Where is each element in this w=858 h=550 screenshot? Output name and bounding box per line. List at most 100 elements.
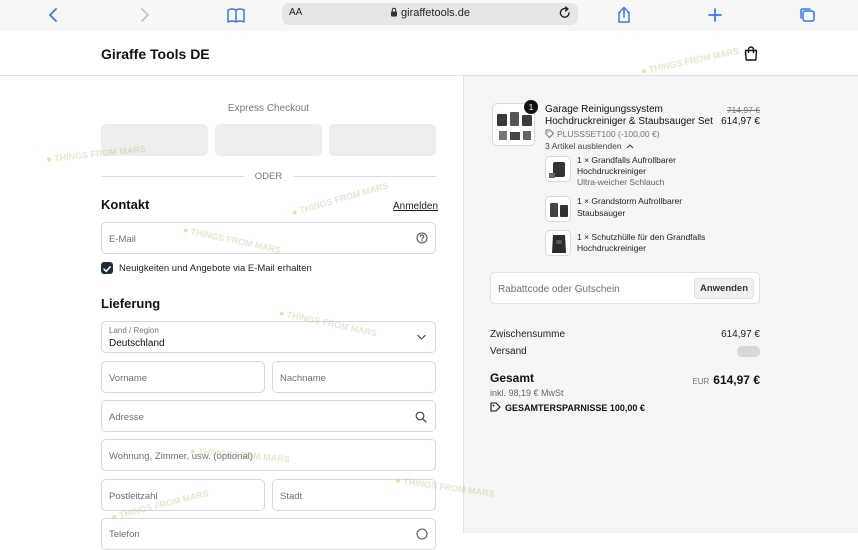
contact-heading: Kontakt	[101, 197, 150, 212]
cart-button[interactable]	[743, 45, 759, 67]
city-placeholder: Stadt	[280, 491, 303, 502]
share-icon	[618, 6, 630, 23]
bundle-item-thumbnail	[545, 230, 571, 256]
savings-value: 100,00 €	[609, 403, 645, 413]
search-icon	[415, 411, 427, 423]
help-circle-icon[interactable]	[416, 232, 428, 244]
bundle-item-thumbnail	[545, 196, 571, 222]
tabs-icon	[800, 8, 815, 22]
bookmarks-button[interactable]	[225, 5, 247, 25]
shipping-value-placeholder	[737, 346, 760, 357]
reload-icon[interactable]	[558, 6, 572, 20]
delivery-heading: Lieferung	[101, 296, 161, 311]
bundle-item-line2: Hochdruckreiniger	[577, 243, 646, 253]
checkmark-icon	[103, 266, 111, 273]
last-name-placeholder: Nachname	[280, 373, 326, 384]
savings-label: GESAMTERSPARNISSE	[505, 403, 608, 413]
share-button[interactable]	[614, 5, 634, 25]
tabs-overview-button[interactable]	[797, 5, 817, 25]
tag-icon	[490, 402, 501, 412]
browser-toolbar: AA giraffetools.de	[0, 0, 858, 31]
toggle-bundle-items[interactable]: 3 Artikel ausblenden	[545, 141, 634, 151]
total-savings: GESAMTERSPARNISSE 100,00 €	[490, 402, 645, 413]
login-link[interactable]: Anmelden	[393, 201, 438, 212]
shop-header: Giraffe Tools DE	[0, 31, 858, 76]
watermark: ● THINGS FROM MARS	[290, 180, 390, 218]
discount-code-tag: PLUSSSET100 (-100,00 €)	[545, 129, 660, 139]
bundle-item-line1: 1 × Grandfalls Aufrollbarer	[577, 155, 676, 165]
newsletter-checkbox[interactable]	[101, 262, 113, 274]
express-pay-button-3[interactable]	[329, 124, 436, 156]
last-name-field[interactable]: Nachname	[272, 361, 436, 393]
total-value: 614,97 €	[713, 373, 760, 387]
tax-note: inkl. 98,19 € MwSt	[490, 388, 564, 398]
lock-icon	[391, 7, 398, 17]
bundle-item-line1: 1 × Grandstorm Aufrollbarer	[577, 196, 683, 206]
shopping-bag-icon	[744, 46, 758, 61]
total-label: Gesamt	[490, 371, 535, 385]
vacuum-cleaner-icon	[550, 203, 568, 217]
bundle-item-line1: 1 × Schutzhülle für den Grandfalls	[577, 232, 706, 242]
coupon-field[interactable]: Rabattcode oder Gutschein Anwenden	[490, 272, 760, 304]
back-button[interactable]	[43, 5, 63, 25]
country-select[interactable]: Land / Region Deutschland	[101, 321, 436, 353]
product-name-line2: Hochdruckreiniger & Staubsauger Set	[545, 116, 713, 127]
or-divider-label: ODER	[254, 171, 283, 182]
order-summary-panel: 1 Garage Reinigungssystem Hochdruckreini…	[463, 76, 858, 533]
country-value: Deutschland	[109, 338, 165, 349]
shop-name[interactable]: Giraffe Tools DE	[101, 46, 210, 62]
email-field[interactable]: E-Mail	[101, 222, 436, 254]
url-text: giraffetools.de	[401, 7, 470, 19]
pressure-washer-icon	[549, 162, 565, 178]
subtotal-value: 614,97 €	[721, 329, 760, 340]
chevron-up-icon	[626, 144, 634, 149]
address-placeholder: Adresse	[109, 412, 144, 423]
new-tab-button[interactable]	[705, 5, 725, 25]
apartment-placeholder: Wohnung, Zimmer, usw. (optional)	[109, 451, 253, 462]
currency-code: EUR	[692, 377, 710, 386]
tag-icon	[545, 129, 555, 139]
bundle-item-line2: Hochdruckreiniger	[577, 166, 646, 176]
original-price: 714,97 €	[726, 105, 760, 115]
plus-icon	[708, 8, 722, 22]
total-amount: EUR 614,97 €	[692, 371, 760, 389]
first-name-field[interactable]: Vorname	[101, 361, 265, 393]
quantity-badge: 1	[524, 100, 538, 114]
email-placeholder: E-Mail	[109, 234, 136, 245]
product-name-line1: Garage Reinigungssystem	[545, 104, 663, 115]
chevron-right-icon	[141, 8, 149, 22]
phone-placeholder: Telefon	[109, 529, 140, 540]
url-display: giraffetools.de	[282, 7, 578, 19]
express-pay-button-2[interactable]	[215, 124, 322, 156]
country-label: Land / Region	[109, 326, 159, 335]
address-bar[interactable]: AA giraffetools.de	[282, 3, 578, 25]
zip-field[interactable]: Postleitzahl	[101, 479, 265, 511]
protective-cover-icon	[552, 235, 566, 253]
product-price: 614,97 €	[721, 116, 760, 127]
newsletter-label: Neuigkeiten und Angebote via E-Mail erha…	[119, 263, 312, 274]
city-field[interactable]: Stadt	[272, 479, 436, 511]
bundle-item-line2: Staubsauger	[577, 208, 626, 218]
help-circle-icon[interactable]	[416, 528, 428, 540]
phone-field[interactable]: Telefon	[101, 518, 436, 550]
divider-right	[293, 176, 436, 177]
chevron-left-icon	[49, 8, 57, 22]
discount-code-text: PLUSSSET100 (-100,00 €)	[557, 129, 660, 139]
shipping-label: Versand	[490, 346, 527, 357]
first-name-placeholder: Vorname	[109, 373, 148, 384]
apartment-field[interactable]: Wohnung, Zimmer, usw. (optional)	[101, 439, 436, 471]
divider-left	[101, 176, 244, 177]
book-icon	[227, 8, 245, 23]
subtotal-label: Zwischensumme	[490, 329, 566, 340]
zip-placeholder: Postleitzahl	[109, 491, 158, 502]
chevron-down-icon	[417, 334, 426, 340]
address-field[interactable]: Adresse	[101, 400, 436, 432]
coupon-placeholder: Rabattcode oder Gutschein	[498, 284, 620, 295]
express-pay-button-1[interactable]	[101, 124, 208, 156]
apply-coupon-button[interactable]: Anwenden	[694, 278, 754, 299]
bundle-item-variant: Ultra-weicher Schlauch	[577, 177, 665, 187]
forward-button[interactable]	[135, 5, 155, 25]
bundle-item-thumbnail	[545, 156, 571, 182]
express-checkout-label: Express Checkout	[227, 103, 310, 114]
toggle-bundle-label: 3 Artikel ausblenden	[545, 141, 622, 151]
